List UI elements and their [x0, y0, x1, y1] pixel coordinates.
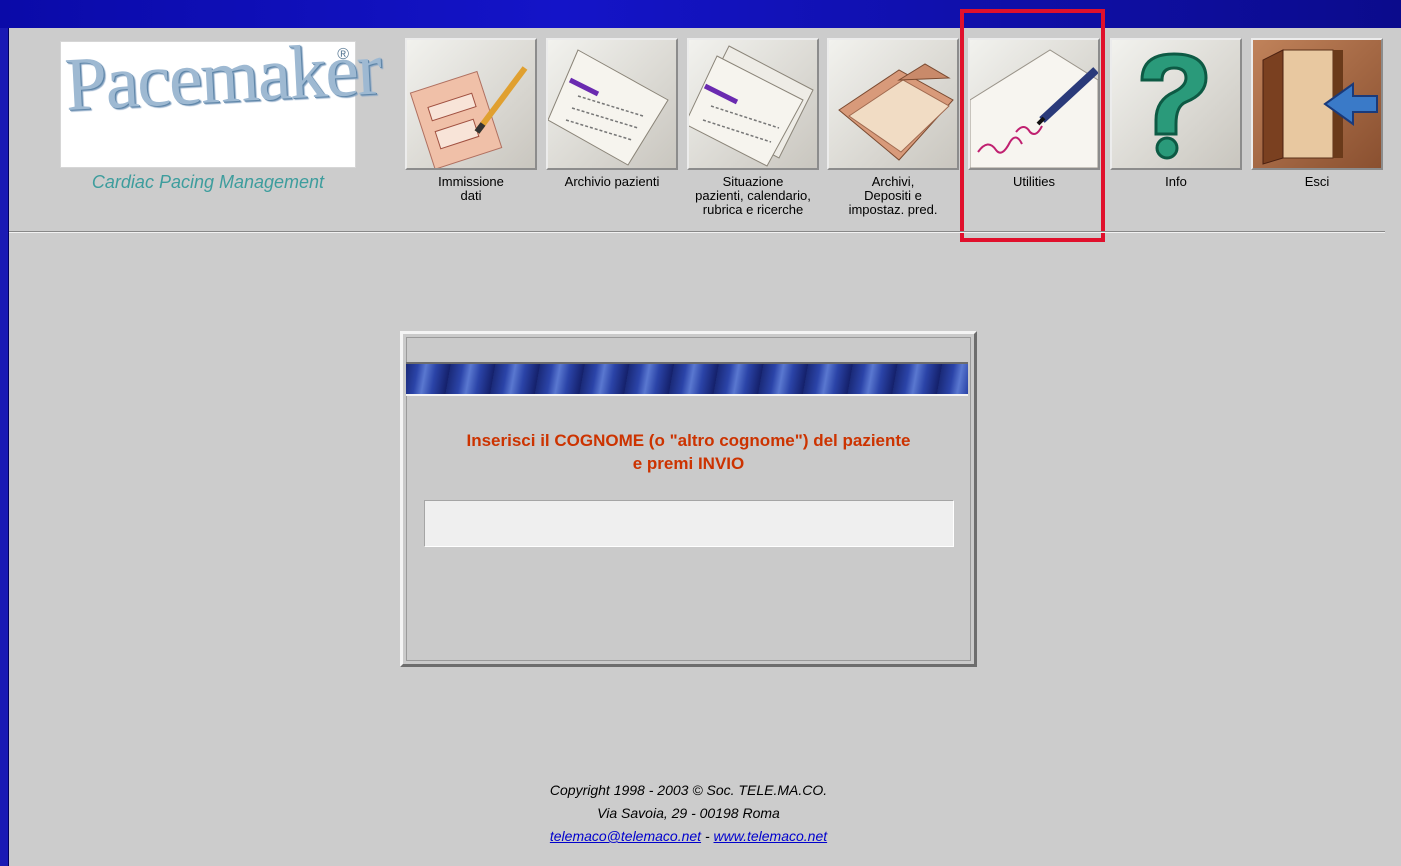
- folder-icon[interactable]: [827, 38, 959, 170]
- logo-tagline: Cardiac Pacing Management: [91, 172, 325, 192]
- search-patient-dialog: Inserisci il COGNOME (o "altro cognome")…: [400, 331, 977, 667]
- toolbar-item-info[interactable]: Info: [1110, 38, 1242, 189]
- address-text: Via Savoia, 29 - 00198 Roma: [597, 805, 780, 821]
- header-divider: [9, 231, 1385, 233]
- toolbar-item-esci[interactable]: Esci: [1251, 38, 1383, 189]
- toolbar-item-archivi[interactable]: Archivi, Depositi e impostaz. pred.: [827, 38, 959, 217]
- document-icon[interactable]: [546, 38, 678, 170]
- toolbar-label[interactable]: Archivio pazienti: [546, 175, 678, 189]
- toolbar-label[interactable]: Info: [1110, 175, 1242, 189]
- toolbar-item-situazione[interactable]: Situazione pazienti, calendario, rubrica…: [687, 38, 819, 217]
- dialog-prompt: Inserisci il COGNOME (o "altro cognome")…: [466, 431, 911, 473]
- form-pen-icon[interactable]: [405, 38, 537, 170]
- toolbar-label[interactable]: Situazione pazienti, calendario, rubrica…: [687, 175, 819, 217]
- pacemaker-logo: Pacemaker ®: [60, 27, 382, 168]
- website-link[interactable]: www.telemaco.net: [714, 828, 828, 844]
- logo-wordmark: Pacemaker: [62, 26, 383, 127]
- surname-input[interactable]: [424, 500, 954, 547]
- window-left-border: [0, 28, 9, 866]
- toolbar-label[interactable]: Archivi, Depositi e impostaz. pred.: [827, 175, 959, 217]
- toolbar-item-archivio-pazienti[interactable]: Archivio pazienti: [546, 38, 678, 189]
- footer-links: telemaco@telemaco.net - www.telemaco.net: [400, 825, 977, 848]
- email-link[interactable]: telemaco@telemaco.net: [550, 828, 701, 844]
- documents-stack-icon[interactable]: [687, 38, 819, 170]
- toolbar-label[interactable]: Esci: [1251, 175, 1383, 189]
- window-title-bar: [0, 0, 1401, 28]
- exit-door-icon[interactable]: [1251, 38, 1383, 170]
- question-mark-icon[interactable]: [1110, 38, 1242, 170]
- toolbar-item-immissione-dati[interactable]: Immissione dati: [405, 38, 537, 203]
- toolbar-label[interactable]: Immissione dati: [405, 175, 537, 203]
- link-separator: -: [701, 828, 714, 844]
- copyright-text: Copyright 1998 - 2003 © Soc. TELE.MA.CO.: [549, 782, 828, 798]
- footer: Copyright 1998 - 2003 © Soc. TELE.MA.CO.…: [400, 779, 977, 848]
- registered-mark: ®: [337, 46, 349, 63]
- dialog-banner: [406, 362, 968, 396]
- highlight-box: [960, 9, 1105, 242]
